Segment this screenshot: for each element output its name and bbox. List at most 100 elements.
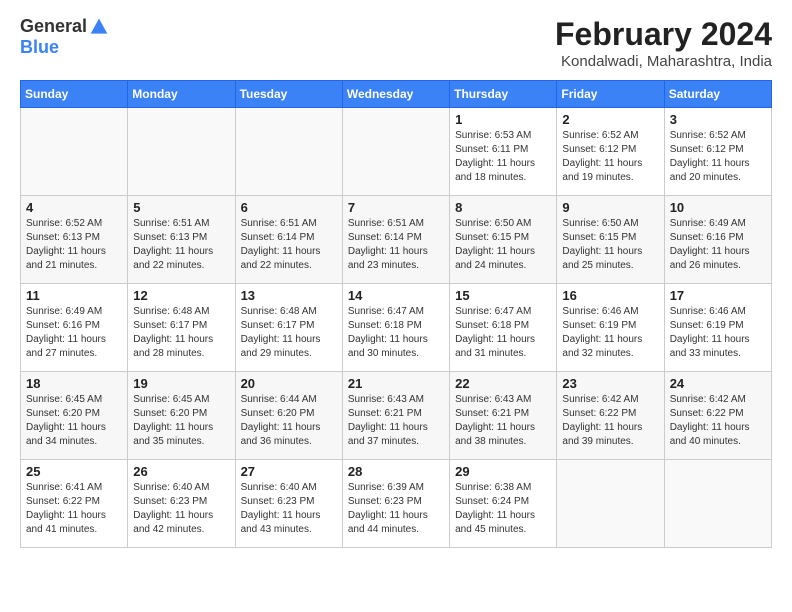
day-info: Sunrise: 6:43 AM Sunset: 6:21 PM Dayligh… (455, 393, 551, 449)
day-number: 23 (562, 376, 658, 391)
header: General Blue February 2024 Kondalwadi, M… (20, 16, 772, 70)
table-row: 16 Sunrise: 6:46 AM Sunset: 6:19 PM Dayli… (557, 284, 664, 372)
table-row: 11Sunrise: 6:49 AM Sunset: 6:16 PM Dayli… (21, 284, 128, 372)
table-row: 4 Sunrise: 6:52 AM Sunset: 6:13 PM Daylig… (21, 196, 128, 284)
day-number: 20 (241, 376, 337, 391)
day-number: 8 (455, 200, 551, 215)
table-row: 26 Sunrise: 6:40 AM Sunset: 6:23 PM Dayli… (128, 460, 235, 548)
calendar-week-row: 18 Sunrise: 6:45 AM Sunset: 6:20 PM Dayli… (21, 372, 772, 460)
table-row (557, 460, 664, 548)
table-row: 27 Sunrise: 6:40 AM Sunset: 6:23 PM Dayli… (235, 460, 342, 548)
day-number: 19 (133, 376, 229, 391)
day-info: Sunrise: 6:41 AM Sunset: 6:22 PM Dayligh… (26, 481, 122, 537)
day-number: 2 (562, 112, 658, 127)
calendar-week-row: 4 Sunrise: 6:52 AM Sunset: 6:13 PM Daylig… (21, 196, 772, 284)
table-row: 3 Sunrise: 6:52 AM Sunset: 6:12 PM Daylig… (664, 108, 771, 196)
table-row: 10Sunrise: 6:49 AM Sunset: 6:16 PM Dayli… (664, 196, 771, 284)
table-row: 17 Sunrise: 6:46 AM Sunset: 6:19 PM Dayli… (664, 284, 771, 372)
day-number: 10 (670, 200, 766, 215)
day-info: Sunrise: 6:48 AM Sunset: 6:17 PM Dayligh… (241, 305, 337, 361)
day-info: Sunrise: 6:40 AM Sunset: 6:23 PM Dayligh… (241, 481, 337, 537)
table-row: 24 Sunrise: 6:42 AM Sunset: 6:22 PM Dayli… (664, 372, 771, 460)
day-info: Sunrise: 6:40 AM Sunset: 6:23 PM Dayligh… (133, 481, 229, 537)
day-info: Sunrise: 6:52 AM Sunset: 6:12 PM Dayligh… (562, 129, 658, 185)
col-wednesday: Wednesday (342, 81, 449, 108)
day-info: Sunrise: 6:49 AM Sunset: 6:16 PM Dayligh… (26, 305, 122, 361)
day-info: Sunrise: 6:48 AM Sunset: 6:17 PM Dayligh… (133, 305, 229, 361)
day-number: 15 (455, 288, 551, 303)
day-number: 12 (133, 288, 229, 303)
day-info: Sunrise: 6:51 AM Sunset: 6:14 PM Dayligh… (241, 217, 337, 273)
table-row: 21 Sunrise: 6:43 AM Sunset: 6:21 PM Dayli… (342, 372, 449, 460)
day-number: 6 (241, 200, 337, 215)
col-sunday: Sunday (21, 81, 128, 108)
day-info: Sunrise: 6:47 AM Sunset: 6:18 PM Dayligh… (348, 305, 444, 361)
table-row: 8 Sunrise: 6:50 AM Sunset: 6:15 PM Daylig… (450, 196, 557, 284)
table-row: 28 Sunrise: 6:39 AM Sunset: 6:23 PM Dayli… (342, 460, 449, 548)
day-info: Sunrise: 6:52 AM Sunset: 6:12 PM Dayligh… (670, 129, 766, 185)
day-number: 3 (670, 112, 766, 127)
calendar-week-row: 25 Sunrise: 6:41 AM Sunset: 6:22 PM Dayli… (21, 460, 772, 548)
table-row (21, 108, 128, 196)
day-info: Sunrise: 6:51 AM Sunset: 6:14 PM Dayligh… (348, 217, 444, 273)
table-row (664, 460, 771, 548)
table-row: 18Sunrise: 6:45 AM Sunset: 6:20 PM Dayli… (21, 372, 128, 460)
table-row: 2 Sunrise: 6:52 AM Sunset: 6:12 PM Daylig… (557, 108, 664, 196)
day-number: 27 (241, 464, 337, 479)
month-year: February 2024 (555, 16, 772, 53)
table-row: 12 Sunrise: 6:48 AM Sunset: 6:17 PM Dayli… (128, 284, 235, 372)
day-number: 28 (348, 464, 444, 479)
location: Kondalwadi, Maharashtra, India (555, 53, 772, 70)
day-number: 29 (455, 464, 551, 479)
day-number: 26 (133, 464, 229, 479)
calendar-week-row: 1Sunrise: 6:53 AM Sunset: 6:11 PM Daylig… (21, 108, 772, 196)
table-row: 1Sunrise: 6:53 AM Sunset: 6:11 PM Daylig… (450, 108, 557, 196)
day-number: 21 (348, 376, 444, 391)
table-row (235, 108, 342, 196)
day-info: Sunrise: 6:43 AM Sunset: 6:21 PM Dayligh… (348, 393, 444, 449)
day-info: Sunrise: 6:53 AM Sunset: 6:11 PM Dayligh… (455, 129, 551, 185)
day-info: Sunrise: 6:51 AM Sunset: 6:13 PM Dayligh… (133, 217, 229, 273)
logo-icon (89, 17, 109, 37)
table-row: 20 Sunrise: 6:44 AM Sunset: 6:20 PM Dayli… (235, 372, 342, 460)
calendar-week-row: 11Sunrise: 6:49 AM Sunset: 6:16 PM Dayli… (21, 284, 772, 372)
day-number: 13 (241, 288, 337, 303)
logo-blue-text: Blue (20, 37, 59, 58)
day-info: Sunrise: 6:38 AM Sunset: 6:24 PM Dayligh… (455, 481, 551, 537)
title-block: February 2024 Kondalwadi, Maharashtra, I… (555, 16, 772, 70)
table-row: 5 Sunrise: 6:51 AM Sunset: 6:13 PM Daylig… (128, 196, 235, 284)
table-row (128, 108, 235, 196)
day-info: Sunrise: 6:39 AM Sunset: 6:23 PM Dayligh… (348, 481, 444, 537)
day-info: Sunrise: 6:46 AM Sunset: 6:19 PM Dayligh… (670, 305, 766, 361)
day-info: Sunrise: 6:50 AM Sunset: 6:15 PM Dayligh… (455, 217, 551, 273)
table-row: 29 Sunrise: 6:38 AM Sunset: 6:24 PM Dayli… (450, 460, 557, 548)
day-info: Sunrise: 6:46 AM Sunset: 6:19 PM Dayligh… (562, 305, 658, 361)
calendar-page: General Blue February 2024 Kondalwadi, M… (0, 0, 792, 612)
table-row: 9 Sunrise: 6:50 AM Sunset: 6:15 PM Daylig… (557, 196, 664, 284)
day-info: Sunrise: 6:45 AM Sunset: 6:20 PM Dayligh… (133, 393, 229, 449)
day-number: 24 (670, 376, 766, 391)
day-number: 4 (26, 200, 122, 215)
table-row: 14 Sunrise: 6:47 AM Sunset: 6:18 PM Dayli… (342, 284, 449, 372)
logo: General Blue (20, 16, 109, 58)
day-number: 9 (562, 200, 658, 215)
day-info: Sunrise: 6:44 AM Sunset: 6:20 PM Dayligh… (241, 393, 337, 449)
day-number: 17 (670, 288, 766, 303)
day-number: 25 (26, 464, 122, 479)
table-row: 7 Sunrise: 6:51 AM Sunset: 6:14 PM Daylig… (342, 196, 449, 284)
day-number: 5 (133, 200, 229, 215)
day-info: Sunrise: 6:50 AM Sunset: 6:15 PM Dayligh… (562, 217, 658, 273)
day-number: 14 (348, 288, 444, 303)
weekday-header-row: Sunday Monday Tuesday Wednesday Thursday… (21, 81, 772, 108)
day-number: 16 (562, 288, 658, 303)
logo-general-text: General (20, 16, 87, 37)
col-friday: Friday (557, 81, 664, 108)
table-row: 19 Sunrise: 6:45 AM Sunset: 6:20 PM Dayli… (128, 372, 235, 460)
day-number: 7 (348, 200, 444, 215)
table-row: 6 Sunrise: 6:51 AM Sunset: 6:14 PM Daylig… (235, 196, 342, 284)
table-row: 15Sunrise: 6:47 AM Sunset: 6:18 PM Dayli… (450, 284, 557, 372)
col-thursday: Thursday (450, 81, 557, 108)
day-info: Sunrise: 6:52 AM Sunset: 6:13 PM Dayligh… (26, 217, 122, 273)
day-number: 18 (26, 376, 122, 391)
day-info: Sunrise: 6:42 AM Sunset: 6:22 PM Dayligh… (670, 393, 766, 449)
